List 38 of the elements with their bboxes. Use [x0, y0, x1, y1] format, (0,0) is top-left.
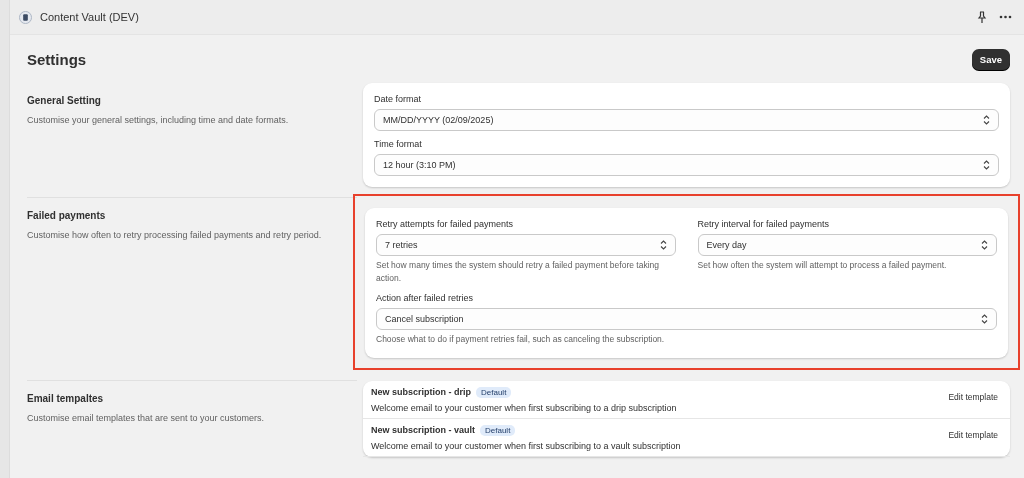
default-badge: Default [480, 424, 516, 436]
app-logo-icon [19, 10, 32, 24]
section-description: Customise your general settings, including time and date formats. [27, 114, 290, 127]
select-field[interactable]: Every day [697, 234, 997, 256]
template-description: Welcome email to your customer when first subscribing to a drip subscription [371, 402, 677, 413]
page-title: Settings [27, 50, 87, 68]
field-label: Retry interval for failed payments [697, 219, 831, 229]
chevron-updown-icon [659, 240, 667, 250]
chevron-updown-icon [981, 314, 988, 325]
template-name: New subscription - drip [371, 387, 471, 397]
section-title: Failed payments [27, 210, 107, 221]
help-text: Set how many times the system should retry a failed payment before taking action. [376, 259, 660, 286]
help-text: Choose what to do if payment retries fail, such as canceling the subscription. [376, 333, 666, 347]
section-description: Customise email templates that are sent to your customers. [27, 411, 266, 425]
section-title: Email tempaltes [27, 392, 105, 404]
select-field[interactable]: 12 hour (3:10 PM) [374, 154, 999, 176]
section-title: General Setting [27, 95, 102, 106]
template-name: New subscription - vault [371, 425, 475, 435]
select-field[interactable]: MM/DD/YYYY (02/09/2025) [374, 109, 999, 131]
default-badge: Default [476, 386, 512, 398]
field-label: Retry attempts for failed payments [376, 219, 515, 229]
chevron-updown-icon [981, 240, 988, 250]
edit-template-button[interactable]: Edit template [948, 388, 998, 405]
field-label: Action after failed retries [376, 293, 475, 304]
field-label: Date format [374, 94, 423, 104]
save-button[interactable]: Save [971, 48, 1010, 70]
section-description: Customise how often to retry processing failed payments and retry period. [27, 229, 323, 242]
window-title: Content Vault (DEV) [40, 11, 139, 23]
select-field[interactable]: 7 retries [376, 234, 676, 256]
chevron-updown-icon [983, 160, 990, 170]
edit-template-button[interactable]: Edit template [948, 426, 998, 443]
pin-icon[interactable] [977, 10, 987, 24]
template-description: Welcome email to your customer when first subscribing to a vault subscription [371, 440, 681, 451]
chevron-updown-icon [983, 115, 990, 125]
select-field[interactable]: Cancel subscription [376, 308, 997, 331]
more-icon[interactable] [999, 15, 1012, 19]
field-label: Time format [374, 139, 423, 149]
help-text: Set how often the system will attempt to process a failed payment. [697, 259, 948, 272]
